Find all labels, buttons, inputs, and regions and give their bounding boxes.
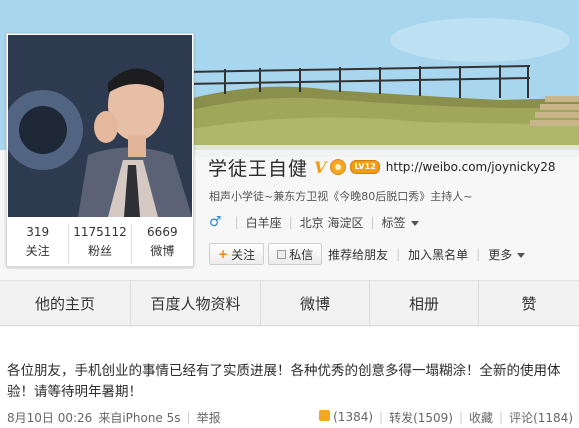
recommend-to-friend-link[interactable]: 推荐给朋友 [326,246,390,263]
stat-followers-label: 粉丝 [87,244,112,258]
post-text: 各位朋友，手机创业的事情已经有了实质进展！各种优秀的创意多得一塌糊涂！全新的使用… [7,363,561,400]
verified-badge-icon[interactable]: V [314,158,326,177]
stat-following-label: 关注 [25,244,50,258]
stat-followers-count: 1175112 [73,225,127,239]
divider: | [379,410,384,424]
message-button-label: 私信 [289,247,314,262]
profile-stats: 319 关注 1175112 粉丝 6669 微博 [7,224,193,264]
follow-button[interactable]: + 关注 [209,243,265,265]
profile-tabs: 他的主页 百度人物资料 微博 相册 赞 [0,280,579,326]
divider: | [396,247,401,261]
message-button[interactable]: 私信 [268,243,323,265]
post-source[interactable]: 来自iPhone 5s [98,409,180,426]
avatar[interactable] [8,35,192,217]
thumbs-up-icon [319,410,331,421]
more-dropdown[interactable]: 更多 [486,246,527,263]
divider: | [476,247,481,261]
like-button[interactable]: (1384) [319,410,373,424]
divider: | [288,215,293,229]
tab-home[interactable]: 他的主页 [0,281,131,325]
stat-posts[interactable]: 6669 微博 [132,224,193,264]
repost-button[interactable]: 转发(1509) [389,409,453,426]
profile-zodiac: 白羊座 [245,215,282,230]
more-label: 更多 [488,247,513,262]
stat-followers[interactable]: 1175112 粉丝 [69,224,132,264]
comment-button[interactable]: 评论(1184) [509,409,573,426]
tags-dropdown[interactable]: 标签 [382,214,419,231]
profile-name: 学徒王自健 [208,157,309,180]
profile-intro: 相声小学徒~兼东方卫视《今晚80后脱口秀》主持人~ [209,190,473,203]
tags-label: 标签 [381,215,406,230]
avatar-photo [8,35,192,217]
post-footer: 8月10日 00:26 来自iPhone 5s | 举报 (1384) | 转发… [7,408,573,426]
tab-baidu-profile[interactable]: 百度人物资料 [131,281,261,325]
add-to-blacklist-link[interactable]: 加入黑名单 [406,246,470,263]
stat-posts-count: 6669 [147,225,178,239]
chevron-down-icon [517,252,526,258]
level-badge[interactable]: LV12 [350,160,380,174]
plus-icon: + [218,247,229,261]
tab-album[interactable]: 相册 [370,281,479,325]
post-date[interactable]: 8月10日 00:26 [7,409,92,426]
report-link[interactable]: 举报 [197,409,221,426]
message-icon [277,249,287,259]
stat-posts-label: 微博 [150,244,175,258]
divider: | [370,215,375,229]
profile-meta-row: ♂ | 白羊座 | 北京 海淀区 | 标签 [209,213,419,231]
tab-weibo[interactable]: 微博 [261,281,370,325]
divider: | [186,410,191,424]
profile-action-row: + 关注 私信 推荐给朋友 | 加入黑名单 | 更多 [209,242,527,266]
follow-button-label: 关注 [231,247,256,262]
profile-website-link[interactable]: http://weibo.com/joynicky28 [386,160,556,174]
profile-location: 北京 海淀区 [299,215,364,230]
stat-following-count: 319 [26,225,50,239]
like-count: (1384) [333,410,374,424]
stat-following[interactable]: 319 关注 [7,224,70,264]
divider: | [499,410,504,424]
favorite-button[interactable]: 收藏 [469,409,493,426]
profile-card: 319 关注 1175112 粉丝 6669 微博 [6,33,194,267]
tab-likes[interactable]: 赞 [479,281,579,325]
profile-name-row: 学徒王自健 V LV12 http://weibo.com/joynicky28 [208,155,556,180]
divider: | [458,410,464,424]
divider: | [234,215,239,229]
vip-medal-icon[interactable] [330,159,347,175]
weibo-post: 各位朋友，手机创业的事情已经有了实质进展！各种优秀的创意多得一塌糊涂！全新的使用… [0,327,579,428]
gender-male-icon: ♂ [209,214,222,230]
chevron-down-icon [410,220,419,226]
